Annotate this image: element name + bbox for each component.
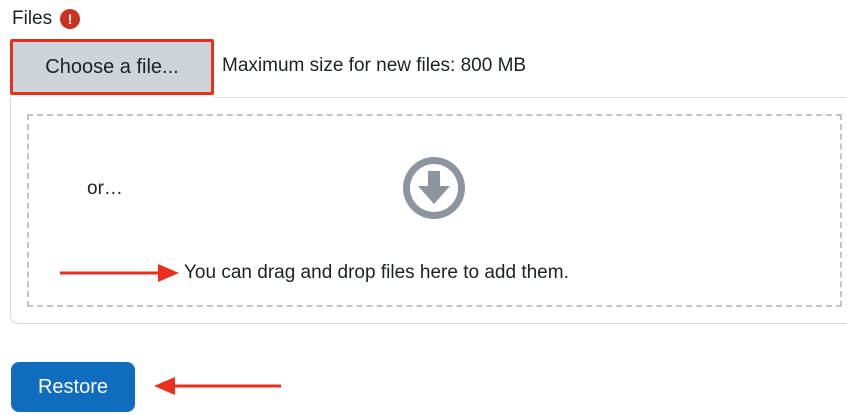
exclamation-circle-icon: !: [60, 9, 81, 29]
choose-file-button[interactable]: Choose a file...: [10, 39, 214, 95]
annotation-arrow-right: [60, 264, 179, 282]
max-size-text: Maximum size for new files: 800 MB: [222, 55, 527, 76]
files-label-text: Files: [12, 8, 53, 29]
files-field-label: Files !: [12, 8, 81, 30]
drag-drop-hint: You can drag and drop files here to add …: [184, 262, 569, 283]
restore-button[interactable]: Restore: [11, 362, 135, 412]
annotation-arrow-left: [154, 377, 281, 395]
or-text: or…: [87, 178, 123, 199]
download-circle-icon: [403, 157, 465, 219]
